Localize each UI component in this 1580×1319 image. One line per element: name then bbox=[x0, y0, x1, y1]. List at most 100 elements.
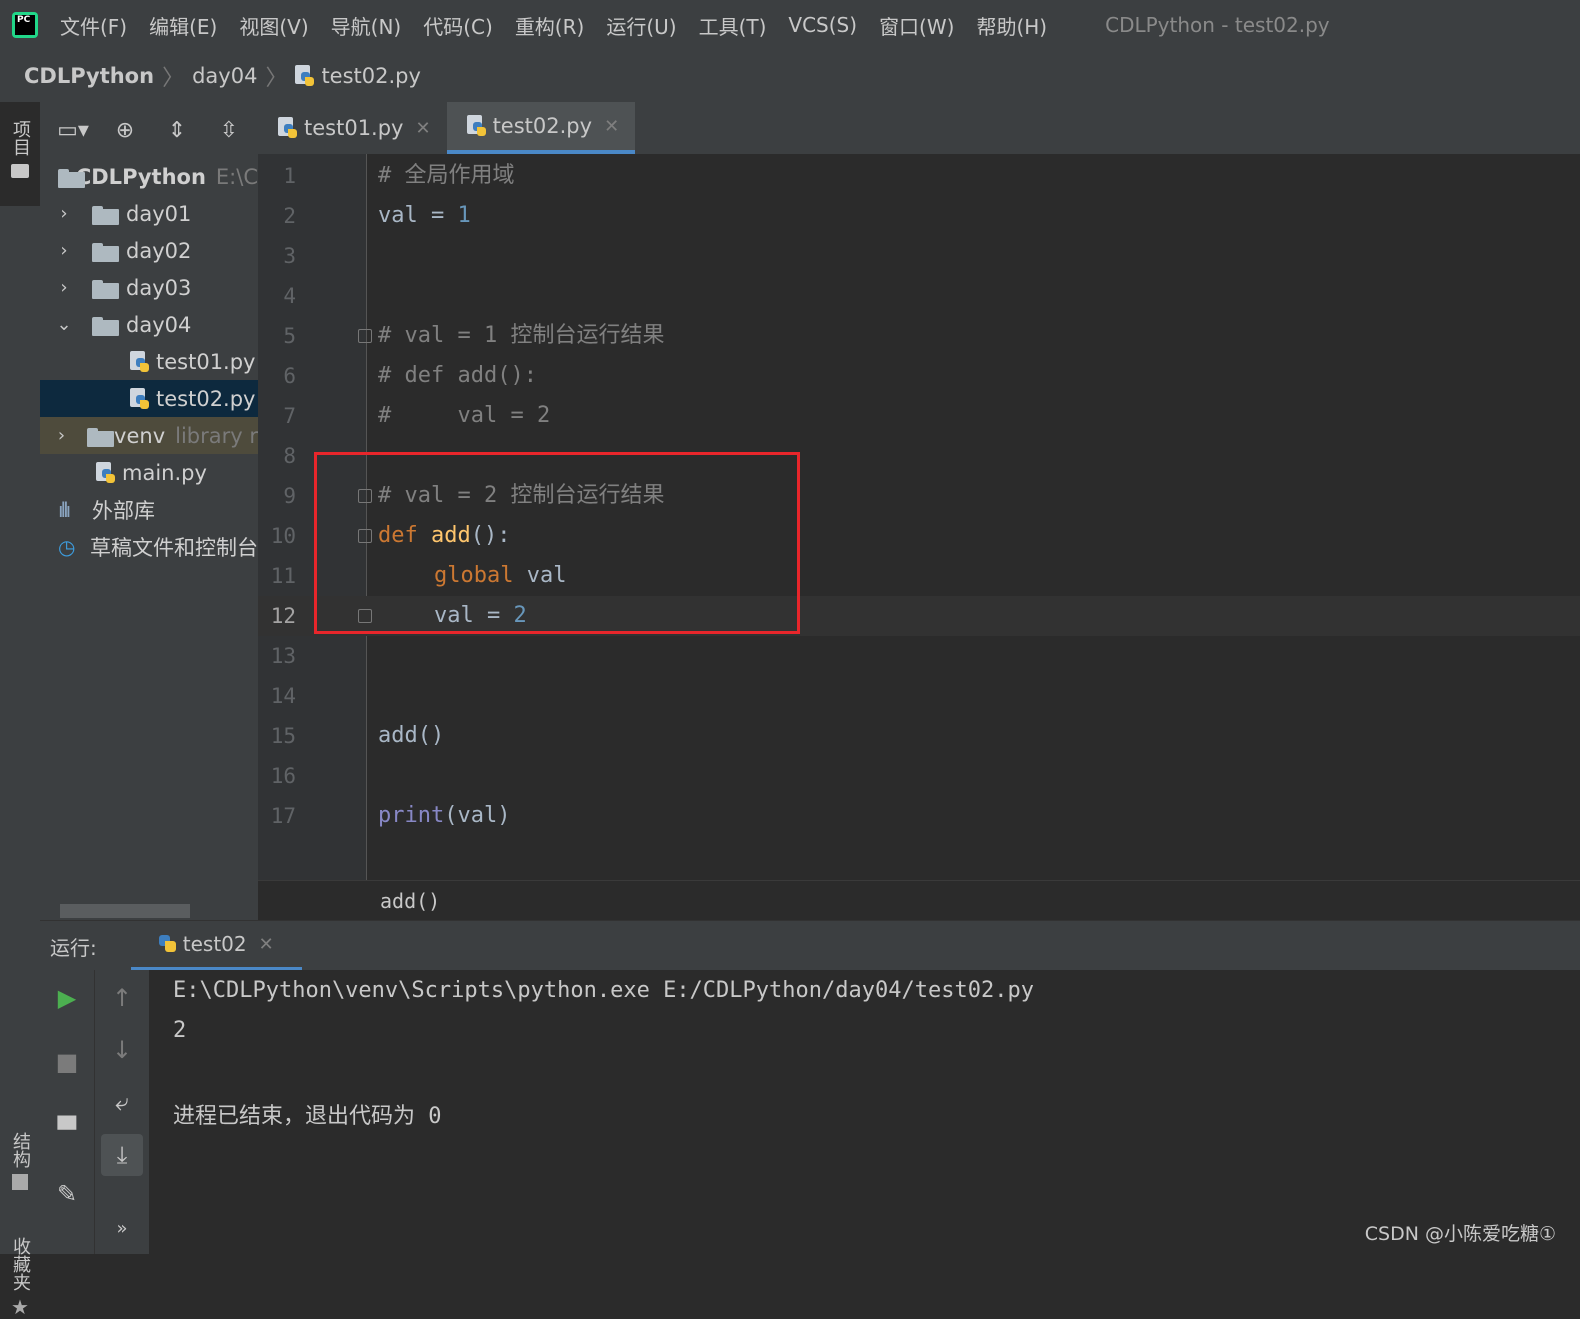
menu-navigate[interactable]: 导航(N) bbox=[331, 11, 402, 40]
breadcrumb-folder[interactable]: day04 bbox=[192, 64, 257, 88]
line-number: 16 bbox=[270, 764, 296, 788]
code-line: 13 bbox=[258, 636, 1580, 676]
pin-icon[interactable]: ✎ bbox=[40, 1180, 94, 1208]
horizontal-scrollbar[interactable] bbox=[60, 904, 190, 918]
python-file-icon bbox=[96, 461, 116, 484]
project-tree: CDLPython E:\C › day01 › day02 › day03 ⌄… bbox=[40, 158, 258, 565]
fold-icon[interactable] bbox=[358, 329, 372, 343]
tree-item-label: test02.py bbox=[156, 386, 256, 411]
menu-view[interactable]: 视图(V) bbox=[239, 11, 308, 40]
console-line: 进程已结束，退出代码为 0 bbox=[173, 1104, 442, 1129]
tree-item-external-libraries[interactable]: ıllı 外部库 bbox=[40, 491, 258, 528]
code-token: (val) bbox=[444, 803, 511, 828]
tree-item-label: main.py bbox=[122, 460, 207, 485]
console-line: E:\CDLPython\venv\Scripts\python.exe E:/… bbox=[173, 978, 1034, 1003]
tree-item-label: day02 bbox=[126, 238, 192, 263]
code-text: add() bbox=[378, 723, 445, 748]
code-line: 15 add() bbox=[258, 716, 1580, 756]
down-arrow-icon[interactable]: ↓ bbox=[95, 1036, 149, 1064]
stripe-favorites-button[interactable]: 收藏夹 ★ bbox=[0, 1237, 40, 1319]
stop-icon[interactable]: ■ bbox=[40, 1048, 94, 1076]
line-number: 8 bbox=[283, 444, 296, 468]
menu-file[interactable]: 文件(F) bbox=[60, 11, 127, 40]
chevron-down-icon[interactable]: ⌄ bbox=[54, 314, 74, 335]
expand-all-icon[interactable]: ⇕ bbox=[162, 117, 192, 143]
line-number: 17 bbox=[270, 804, 296, 828]
scroll-to-end-icon[interactable]: ⤓ bbox=[101, 1134, 143, 1176]
code-token: 1 bbox=[457, 203, 471, 228]
tree-item-label: venv bbox=[114, 423, 166, 448]
menu-window[interactable]: 窗口(W) bbox=[879, 11, 954, 40]
run-toolbar-secondary: ↑ ↓ ⤶ ⤓ » bbox=[95, 970, 149, 1254]
collapse-all-icon[interactable]: ⇳ bbox=[214, 117, 244, 143]
editor-breadcrumb-function[interactable]: add() bbox=[380, 889, 440, 913]
menu-bar: 文件(F) 编辑(E) 视图(V) 导航(N) 代码(C) 重构(R) 运行(U… bbox=[0, 0, 1580, 50]
tree-item-day04[interactable]: ⌄ day04 bbox=[40, 306, 258, 343]
project-toolbar: ▭▾ ⊕ ⇕ ⇳ bbox=[40, 102, 258, 158]
stripe-structure-button[interactable]: 结构 bbox=[0, 1132, 40, 1190]
chevron-right-icon[interactable]: › bbox=[54, 240, 74, 261]
view-options-icon[interactable]: ▭▾ bbox=[57, 117, 89, 143]
close-icon[interactable]: ✕ bbox=[259, 934, 274, 955]
line-number: 3 bbox=[283, 244, 296, 268]
tree-item-test01[interactable]: test01.py bbox=[40, 343, 258, 380]
tab-test02[interactable]: test02.py ✕ bbox=[446, 102, 636, 154]
python-file-icon bbox=[295, 65, 315, 87]
stripe-project-button[interactable]: 项目 bbox=[0, 102, 40, 206]
folder-icon bbox=[92, 241, 120, 262]
menu-vcs[interactable]: VCS(S) bbox=[788, 13, 857, 37]
menu-help[interactable]: 帮助(H) bbox=[976, 11, 1047, 40]
tree-root-name: CDLPython bbox=[75, 164, 206, 189]
code-line: 14 bbox=[258, 676, 1580, 716]
tab-label: test02.py bbox=[492, 114, 593, 138]
code-text: val = 1 bbox=[378, 196, 471, 236]
tree-item-test02[interactable]: test02.py bbox=[40, 380, 258, 417]
breadcrumb-file[interactable]: test02.py bbox=[321, 64, 420, 88]
chevron-right-icon[interactable]: › bbox=[54, 277, 74, 298]
project-panel: ▭▾ ⊕ ⇕ ⇳ CDLPython E:\C › day01 › day02 … bbox=[40, 102, 258, 922]
close-icon[interactable]: ✕ bbox=[604, 116, 619, 137]
up-arrow-icon[interactable]: ↑ bbox=[95, 984, 149, 1012]
code-text: # def add(): bbox=[378, 363, 537, 388]
menu-run[interactable]: 运行(U) bbox=[606, 11, 676, 40]
tree-item-venv[interactable]: › venv library r bbox=[40, 417, 258, 454]
line-number: 6 bbox=[283, 364, 296, 388]
tree-item-day03[interactable]: › day03 bbox=[40, 269, 258, 306]
tree-item-day01[interactable]: › day01 bbox=[40, 195, 258, 232]
soft-wrap-icon[interactable]: ⤶ bbox=[95, 1088, 149, 1116]
chevron-right-icon: 〉 bbox=[265, 66, 288, 91]
tree-root[interactable]: CDLPython E:\C bbox=[40, 158, 258, 195]
menu-code[interactable]: 代码(C) bbox=[423, 11, 493, 40]
tree-item-main[interactable]: main.py bbox=[40, 454, 258, 491]
menu-tools[interactable]: 工具(T) bbox=[699, 11, 767, 40]
structure-icon bbox=[12, 1174, 28, 1190]
run-tab-test02[interactable]: test02 ✕ bbox=[130, 921, 302, 971]
menu-refactor[interactable]: 重构(R) bbox=[515, 11, 585, 40]
more-icon[interactable]: » bbox=[95, 1218, 149, 1239]
tree-item-day02[interactable]: › day02 bbox=[40, 232, 258, 269]
tree-item-label: test01.py bbox=[156, 349, 256, 374]
menu-edit[interactable]: 编辑(E) bbox=[149, 11, 217, 40]
code-line: 5 # val = 1 控制台运行结果 bbox=[258, 316, 1580, 356]
chevron-right-icon[interactable]: › bbox=[54, 203, 74, 224]
folder-icon bbox=[58, 167, 85, 188]
chevron-right-icon[interactable]: › bbox=[54, 425, 69, 446]
code-line: 16 bbox=[258, 756, 1580, 796]
tab-test01[interactable]: test01.py ✕ bbox=[258, 102, 447, 154]
layout-icon[interactable]: ▀ bbox=[40, 1116, 94, 1144]
run-toolbar-primary: ▶ ■ ▀ ✎ bbox=[40, 970, 95, 1254]
editor-tab-bar: test01.py ✕ test02.py ✕ bbox=[258, 102, 1580, 155]
code-editor[interactable]: 1 # 全局作用域 2 val = 1 3 4 5 # val = 1 控制台运… bbox=[258, 154, 1580, 880]
line-number: 14 bbox=[270, 684, 296, 708]
close-icon[interactable]: ✕ bbox=[415, 118, 430, 139]
rerun-icon[interactable]: ▶ bbox=[40, 984, 94, 1012]
locate-file-icon[interactable]: ⊕ bbox=[110, 117, 140, 143]
run-console[interactable]: E:\CDLPython\venv\Scripts\python.exe E:/… bbox=[149, 970, 1580, 1254]
python-file-icon bbox=[130, 387, 150, 410]
python-file-icon bbox=[130, 350, 150, 373]
navigation-breadcrumb: CDLPython 〉 day04 〉 test02.py bbox=[0, 50, 1580, 103]
breadcrumb-project[interactable]: CDLPython bbox=[24, 64, 154, 88]
code-line: 7 # val = 2 bbox=[258, 396, 1580, 436]
tree-root-path: E:\C bbox=[215, 164, 258, 189]
tree-item-scratches[interactable]: ◷ 草稿文件和控制台 bbox=[40, 528, 258, 565]
